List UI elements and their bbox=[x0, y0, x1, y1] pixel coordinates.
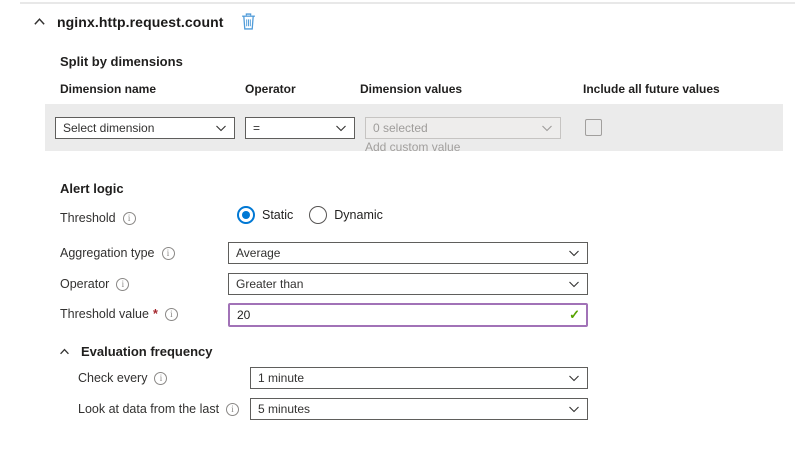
info-icon[interactable]: i bbox=[226, 403, 239, 416]
chevron-down-icon bbox=[335, 122, 347, 134]
operator-label-row: Operator i bbox=[60, 277, 129, 291]
info-icon[interactable]: i bbox=[165, 308, 178, 321]
split-by-dimensions-title: Split by dimensions bbox=[60, 54, 183, 69]
operator-dropdown[interactable]: Greater than bbox=[228, 273, 588, 295]
chevron-down-icon bbox=[568, 247, 580, 259]
operator-dropdown-value: Greater than bbox=[236, 277, 303, 291]
chevron-down-icon bbox=[215, 122, 227, 134]
chevron-down-icon bbox=[541, 122, 553, 134]
include-future-values-checkbox[interactable] bbox=[585, 119, 602, 136]
evaluation-frequency-title: Evaluation frequency bbox=[81, 344, 212, 359]
column-header-operator: Operator bbox=[245, 82, 296, 96]
dimension-operator-dropdown-value: = bbox=[253, 121, 260, 135]
collapse-evaluation-frequency-chevron-icon[interactable] bbox=[57, 345, 72, 358]
radio-dot bbox=[242, 211, 250, 219]
top-divider bbox=[20, 2, 795, 4]
column-header-include-future-values: Include all future values bbox=[583, 82, 720, 96]
add-custom-value-link[interactable]: Add custom value bbox=[365, 140, 460, 154]
check-every-label-row: Check every i bbox=[78, 371, 167, 385]
evaluation-frequency-header: Evaluation frequency bbox=[57, 344, 212, 359]
collapse-metric-chevron-icon[interactable] bbox=[31, 14, 48, 29]
radio-static[interactable]: Static bbox=[237, 206, 293, 224]
info-icon[interactable]: i bbox=[154, 372, 167, 385]
lookback-label: Look at data from the last bbox=[78, 402, 219, 416]
info-icon[interactable]: i bbox=[162, 247, 175, 260]
alert-condition-panel: nginx.http.request.count Split by dimens… bbox=[0, 0, 800, 454]
radio-dynamic-label: Dynamic bbox=[334, 208, 383, 222]
info-icon[interactable]: i bbox=[123, 212, 136, 225]
dimension-operator-dropdown[interactable]: = bbox=[245, 117, 355, 139]
radio-dynamic[interactable]: Dynamic bbox=[309, 206, 383, 224]
radio-dynamic-circle bbox=[309, 206, 327, 224]
alert-logic-title: Alert logic bbox=[60, 181, 124, 196]
threshold-label-row: Threshold i bbox=[60, 211, 136, 225]
threshold-type-radio-group: Static Dynamic bbox=[237, 206, 399, 224]
threshold-value-input[interactable] bbox=[228, 303, 588, 327]
chevron-down-icon bbox=[568, 278, 580, 290]
threshold-label: Threshold bbox=[60, 211, 116, 225]
threshold-value-label-row: Threshold value * i bbox=[60, 307, 178, 321]
lookback-dropdown[interactable]: 5 minutes bbox=[250, 398, 588, 420]
aggregation-type-dropdown-value: Average bbox=[236, 246, 280, 260]
column-header-dimension-name: Dimension name bbox=[60, 82, 156, 96]
lookback-dropdown-value: 5 minutes bbox=[258, 402, 310, 416]
radio-static-label: Static bbox=[262, 208, 293, 222]
dimension-row: Select dimension = 0 selected Add custom… bbox=[45, 104, 783, 151]
metric-header: nginx.http.request.count bbox=[31, 12, 257, 31]
lookback-label-row: Look at data from the last i bbox=[78, 402, 239, 416]
radio-static-circle bbox=[237, 206, 255, 224]
dimension-values-dropdown-value: 0 selected bbox=[373, 121, 428, 135]
check-every-dropdown[interactable]: 1 minute bbox=[250, 367, 588, 389]
check-every-label: Check every bbox=[78, 371, 147, 385]
info-icon[interactable]: i bbox=[116, 278, 129, 291]
check-every-dropdown-value: 1 minute bbox=[258, 371, 304, 385]
chevron-down-icon bbox=[568, 372, 580, 384]
required-asterisk: * bbox=[153, 307, 158, 321]
metric-title: nginx.http.request.count bbox=[57, 14, 224, 30]
column-header-dimension-values: Dimension values bbox=[360, 82, 462, 96]
aggregation-type-dropdown[interactable]: Average bbox=[228, 242, 588, 264]
chevron-down-icon bbox=[568, 403, 580, 415]
threshold-value-label: Threshold value bbox=[60, 307, 149, 321]
dimension-values-dropdown[interactable]: 0 selected bbox=[365, 117, 561, 139]
delete-metric-trash-icon[interactable] bbox=[240, 12, 257, 31]
dimension-name-dropdown-value: Select dimension bbox=[63, 121, 154, 135]
aggregation-type-label-row: Aggregation type i bbox=[60, 246, 175, 260]
dimension-name-dropdown[interactable]: Select dimension bbox=[55, 117, 235, 139]
operator-label: Operator bbox=[60, 277, 109, 291]
aggregation-type-label: Aggregation type bbox=[60, 246, 155, 260]
threshold-value-field: ✓ bbox=[228, 303, 588, 327]
